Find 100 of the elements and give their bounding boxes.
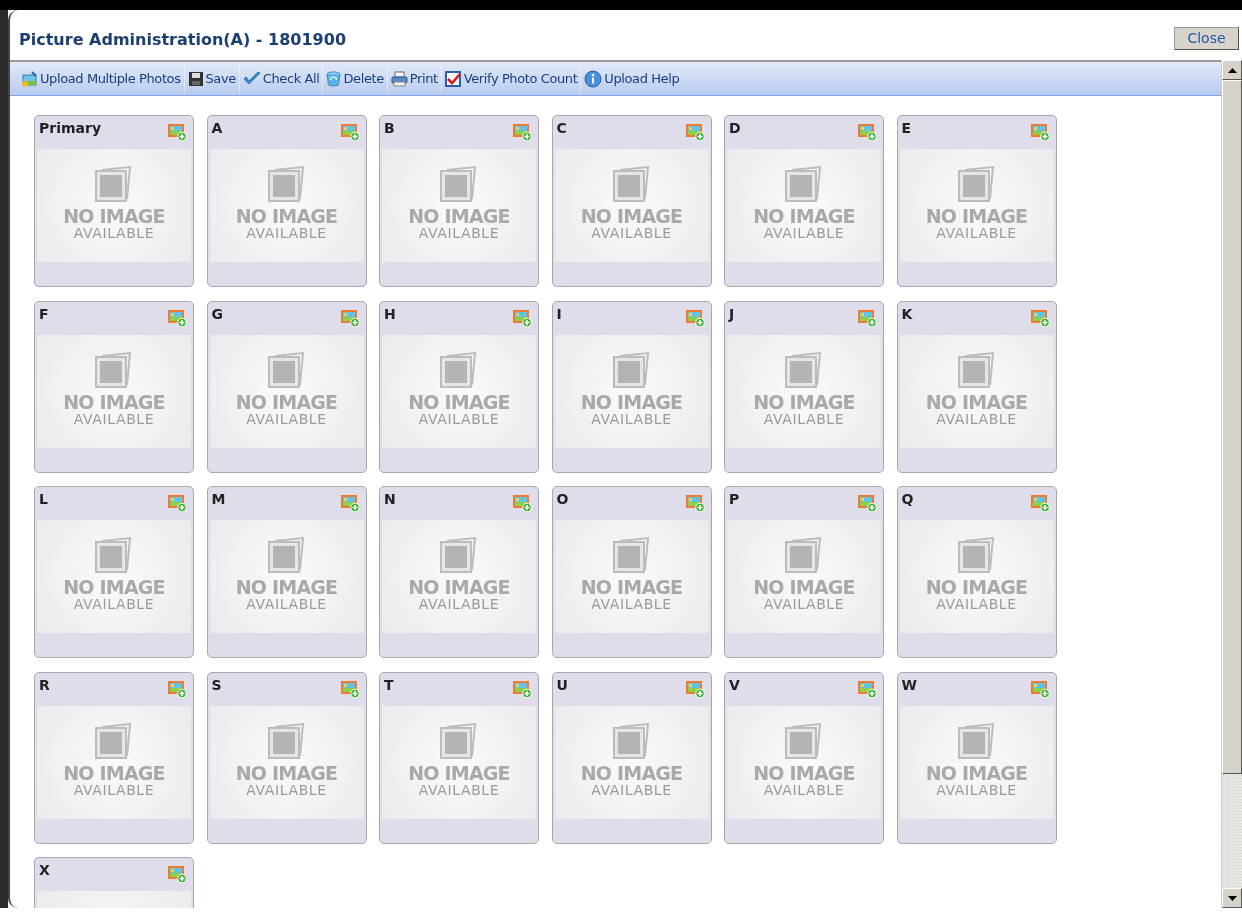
add-photo-icon[interactable]: [339, 308, 360, 327]
no-image-text: NO IMAGE: [925, 577, 1028, 597]
slot-label: P: [729, 490, 740, 508]
add-photo-icon[interactable]: [512, 679, 532, 698]
slot-label: W: [901, 675, 917, 694]
scrollbar[interactable]: [1221, 60, 1242, 908]
printer-icon: [390, 70, 408, 87]
photo-frame-icon: [94, 350, 134, 389]
available-text: AVAILABLE: [936, 597, 1017, 612]
add-photo-icon[interactable]: [167, 494, 187, 512]
window-title: Picture Administration(A) - 1801900: [19, 29, 346, 51]
available-text: AVAILABLE: [591, 226, 672, 241]
available-text: AVAILABLE: [246, 597, 327, 612]
available-text: AVAILABLE: [763, 226, 845, 241]
add-photo-icon[interactable]: [339, 679, 360, 698]
photo-frame-icon: [956, 350, 997, 389]
add-photo-icon[interactable]: [857, 308, 877, 327]
add-photo-icon[interactable]: [857, 494, 877, 512]
slot-label: H: [384, 304, 396, 323]
checkmark-icon: [242, 70, 261, 87]
toolbar-button[interactable]: Verify Photo Count: [444, 68, 578, 89]
slot-label: M: [211, 490, 226, 508]
available-text: AVAILABLE: [418, 226, 500, 241]
add-photo-icon[interactable]: [857, 123, 877, 141]
available-text: AVAILABLE: [763, 597, 845, 612]
add-photo-icon[interactable]: [1029, 123, 1050, 141]
no-image-text: NO IMAGE: [235, 206, 338, 226]
toolbar-button[interactable]: Print: [390, 68, 438, 89]
available-text: AVAILABLE: [591, 597, 672, 612]
photo-frame-icon: [611, 721, 652, 760]
available-text: AVAILABLE: [73, 411, 155, 427]
photo-frame-icon: [439, 165, 479, 203]
add-photo-icon[interactable]: [684, 679, 705, 698]
slot-label: D: [729, 119, 741, 137]
slot-label: X: [39, 861, 50, 879]
available-text: AVAILABLE: [763, 782, 845, 798]
photo-frame-icon: [266, 721, 307, 760]
scroll-thumb[interactable]: [1222, 80, 1242, 774]
available-text: AVAILABLE: [936, 226, 1017, 241]
checkbox-icon: [444, 70, 462, 87]
no-image-text: NO IMAGE: [925, 391, 1028, 412]
toolbar-button[interactable]: Save: [187, 68, 236, 89]
add-photo-icon[interactable]: [512, 494, 532, 512]
photo-frame-icon: [266, 536, 307, 574]
photo-frame-icon: [439, 721, 479, 760]
available-text: AVAILABLE: [246, 411, 327, 427]
scroll-up-button[interactable]: [1222, 60, 1242, 80]
no-image-text: NO IMAGE: [753, 206, 855, 226]
no-image-text: NO IMAGE: [63, 577, 165, 597]
available-text: AVAILABLE: [591, 411, 672, 427]
slot-label: O: [556, 490, 569, 508]
scroll-down-button[interactable]: [1222, 888, 1242, 908]
no-image-text: NO IMAGE: [753, 391, 855, 412]
no-image-text: NO IMAGE: [63, 206, 165, 226]
close-button[interactable]: Close: [1174, 26, 1239, 50]
photo-frame-icon: [94, 165, 134, 203]
add-photo-icon[interactable]: [512, 308, 532, 327]
no-image-text: NO IMAGE: [408, 577, 510, 597]
add-photo-icon[interactable]: [1029, 679, 1050, 698]
photo-frame-icon: [266, 165, 307, 203]
slot-label: J: [729, 304, 735, 323]
available-text: AVAILABLE: [763, 411, 845, 427]
add-photo-icon[interactable]: [167, 123, 187, 141]
toolbar-button[interactable]: Check All: [242, 68, 320, 89]
add-photo-icon[interactable]: [167, 308, 187, 327]
available-text: AVAILABLE: [246, 226, 327, 241]
available-text: AVAILABLE: [936, 411, 1017, 427]
toolbar-button[interactable]: Upload Multiple Photos: [20, 68, 181, 89]
add-photo-icon[interactable]: [512, 123, 532, 141]
add-photo-icon[interactable]: [684, 494, 705, 512]
add-photo-icon[interactable]: [1029, 494, 1050, 512]
add-photo-icon[interactable]: [167, 865, 187, 883]
toolbar-button[interactable]: Delete: [326, 68, 384, 89]
available-text: AVAILABLE: [936, 782, 1017, 798]
add-photo-icon[interactable]: [167, 679, 187, 698]
available-text: AVAILABLE: [73, 597, 155, 612]
no-image-text: NO IMAGE: [408, 762, 510, 783]
available-text: AVAILABLE: [73, 226, 155, 241]
slot-label: I: [556, 304, 562, 323]
photo-frame-icon: [439, 350, 479, 389]
slot-label: C: [556, 119, 567, 137]
add-photo-icon[interactable]: [339, 123, 360, 141]
slot-label: L: [39, 490, 48, 508]
add-photo-icon[interactable]: [339, 494, 360, 512]
slot-label: A: [211, 119, 223, 137]
info-icon: [584, 69, 603, 88]
no-image-text: NO IMAGE: [925, 762, 1028, 783]
photo-frame-icon: [784, 536, 824, 574]
no-image-text: NO IMAGE: [580, 206, 683, 226]
available-text: AVAILABLE: [418, 597, 500, 612]
add-photo-icon[interactable]: [1029, 308, 1050, 327]
no-image-text: NO IMAGE: [235, 762, 338, 783]
add-photo-icon[interactable]: [684, 308, 705, 327]
no-image-text: NO IMAGE: [63, 762, 165, 783]
add-photo-icon[interactable]: [684, 123, 705, 141]
toolbar-button[interactable]: Upload Help: [584, 68, 680, 89]
slot-label: R: [39, 675, 50, 694]
add-photo-icon[interactable]: [857, 679, 877, 698]
no-image-text: NO IMAGE: [408, 206, 510, 226]
available-text: AVAILABLE: [418, 782, 500, 798]
